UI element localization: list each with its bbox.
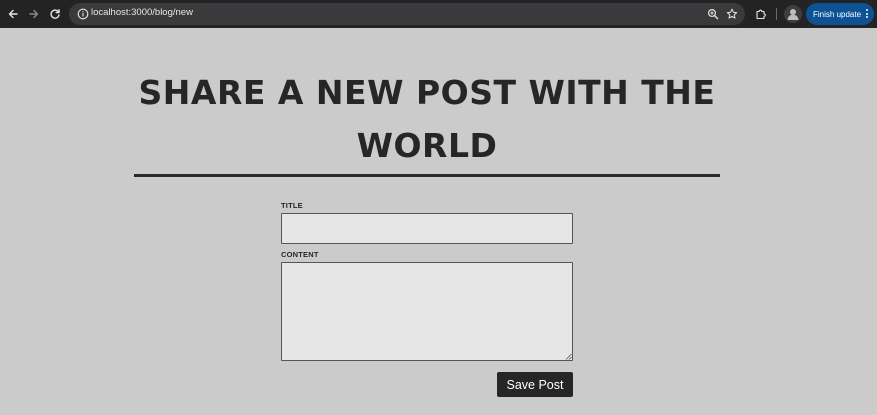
resize-handle-icon[interactable] [565,353,572,360]
address-bar[interactable]: localhost:3000/blog/new [69,3,745,25]
reload-icon [50,9,60,19]
profile-icon [787,9,799,20]
puzzle-icon[interactable] [755,8,767,20]
back-button[interactable] [5,6,21,22]
avatar[interactable] [784,5,802,23]
toolbar-divider [776,8,777,20]
title-label: TITLE [281,201,303,210]
browser-toolbar: localhost:3000/blog/new Finish update [0,0,877,28]
reload-button[interactable] [47,6,63,22]
arrow-left-icon [8,9,18,19]
info-icon[interactable] [77,8,89,20]
content-textarea[interactable] [281,262,573,361]
content-label: CONTENT [281,250,319,259]
kebab-menu-icon[interactable] [866,9,869,19]
zoom-icon[interactable] [707,8,719,20]
finish-update-label: Finish update [813,9,862,19]
page-title: SHARE A NEW POST WITH THE WORLD [138,73,716,165]
save-post-button[interactable]: Save Post [497,372,573,397]
arrow-right-icon [29,9,39,19]
finish-update-button[interactable]: Finish update [806,3,874,25]
url-text[interactable]: localhost:3000/blog/new [91,7,193,18]
title-input[interactable] [281,213,573,244]
star-icon[interactable] [726,8,738,20]
title-divider [134,174,720,177]
forward-button[interactable] [26,6,42,22]
